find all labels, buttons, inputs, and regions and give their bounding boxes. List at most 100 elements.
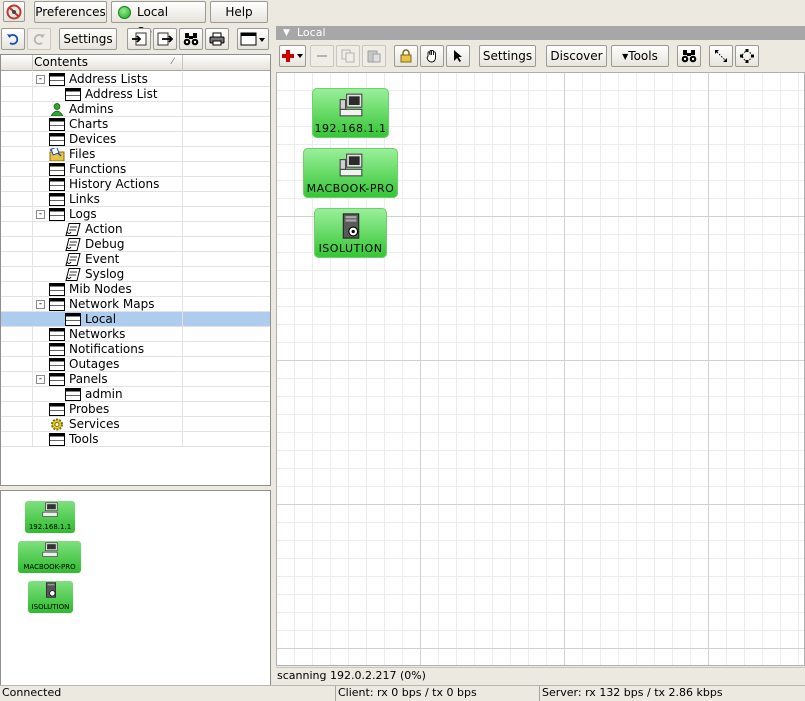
map-node-1-label: 192.168.1.1 [314, 122, 387, 135]
help-button[interactable]: Help [210, 1, 268, 23]
connection-status: Connected [2, 686, 62, 699]
tree-item-mib-nodes[interactable]: Mib Nodes [1, 282, 270, 297]
tree-item-event[interactable]: Event [1, 252, 270, 267]
column-divider [182, 267, 183, 281]
tree-item-admins[interactable]: Admins [1, 102, 270, 117]
table-icon [49, 163, 65, 176]
tree-item-history-actions[interactable]: History Actions [1, 177, 270, 192]
table-icon [65, 388, 81, 401]
tree-item-syslog[interactable]: Syslog [1, 267, 270, 282]
copy-icon [341, 49, 355, 63]
column-divider [182, 417, 183, 431]
network-minimap[interactable]: 192.168.1.1 MACBOOK-PRO ISOLUTION [0, 490, 271, 686]
minimap-node-2[interactable]: MACBOOK-PRO [18, 541, 81, 573]
admin-user-icon [49, 103, 65, 117]
zoom-fit-button[interactable] [709, 45, 733, 67]
collapse-triangle-icon[interactable]: ▼ [283, 26, 290, 40]
table-icon [49, 193, 65, 206]
printer-icon [209, 32, 225, 46]
minimap-node-1[interactable]: 192.168.1.1 [25, 501, 75, 533]
tree-item-address-lists[interactable]: - Address Lists [1, 72, 270, 87]
auto-layout-button[interactable] [735, 45, 759, 67]
tree-item-notifications[interactable]: Notifications [1, 342, 270, 357]
tree-item-debug[interactable]: Debug [1, 237, 270, 252]
hand-tool-button[interactable] [420, 45, 444, 67]
tree-item-label: Address Lists [69, 72, 148, 86]
tree-settings-button[interactable]: Settings [59, 28, 117, 50]
services-gear-icon [49, 418, 65, 431]
tree-item-address-list[interactable]: Address List [1, 87, 270, 102]
contents-tree[interactable]: Contents ⁄ - Address Lists Address List Adm… [0, 54, 271, 486]
map-settings-button[interactable]: Settings [479, 45, 536, 67]
tree-item-action[interactable]: Action [1, 222, 270, 237]
column-divider [182, 327, 183, 341]
export-button[interactable] [153, 28, 177, 50]
computer-icon [339, 153, 362, 177]
window-layout-dropdown[interactable] [237, 28, 269, 50]
column-divider [182, 402, 183, 416]
preferences-button[interactable]: Preferences [34, 1, 107, 23]
collapse-toggle-icon[interactable]: - [36, 375, 45, 384]
table-icon [49, 118, 65, 131]
cursor-arrow-icon [454, 50, 462, 62]
discover-button[interactable]: Discover [546, 45, 607, 67]
lock-button[interactable] [394, 45, 418, 67]
local-server-button[interactable]: Local Server [111, 1, 206, 39]
print-button[interactable] [205, 28, 229, 50]
minimap-node-3[interactable]: ISOLUTION [28, 581, 73, 613]
remove-button[interactable] [310, 45, 334, 67]
find-button[interactable] [179, 28, 203, 50]
undo-button[interactable] [1, 28, 25, 50]
column-divider [182, 222, 183, 236]
map-find-button[interactable] [677, 45, 701, 67]
tree-item-label: Networks [69, 327, 126, 341]
computer-icon [42, 502, 58, 517]
tree-item-outages[interactable]: Outages [1, 357, 270, 372]
tree-item-admin[interactable]: admin [1, 387, 270, 402]
redo-button[interactable] [27, 28, 51, 50]
column-divider [182, 372, 183, 386]
tree-item-charts[interactable]: Charts [1, 117, 270, 132]
paste-icon [367, 50, 381, 63]
table-icon [49, 343, 65, 356]
import-button[interactable] [127, 28, 151, 50]
add-dropdown-button[interactable] [279, 45, 306, 67]
tree-item-tools[interactable]: Tools [1, 432, 270, 447]
tree-item-local[interactable]: Local [1, 312, 270, 327]
tree-item-label: Links [69, 192, 100, 206]
map-title-bar[interactable]: ▼ Local [276, 26, 805, 40]
tree-item-files[interactable]: Files [1, 146, 270, 162]
tree-item-label: Services [69, 417, 120, 431]
tree-item-probes[interactable]: Probes [1, 402, 270, 417]
tree-item-network-maps[interactable]: - Network Maps [1, 297, 270, 312]
map-node-3[interactable]: ISOLUTION [314, 208, 387, 258]
tree-item-logs[interactable]: - Logs [1, 207, 270, 222]
column-divider [32, 312, 33, 326]
map-node-2[interactable]: MACBOOK-PRO [303, 148, 398, 198]
tree-item-label: Address List [85, 87, 158, 101]
network-map-canvas[interactable]: 192.168.1.1 MACBOOK-PRO ISOLUTION [276, 72, 805, 666]
tree-item-label: Syslog [85, 267, 125, 281]
column-divider [32, 162, 33, 176]
tools-dropdown-button[interactable]: ▼Tools [611, 45, 669, 67]
map-node-2-label: MACBOOK-PRO [306, 182, 395, 195]
tree-item-networks[interactable]: Networks [1, 327, 270, 342]
paste-button[interactable] [362, 45, 386, 67]
disconnect-button[interactable] [3, 1, 25, 22]
tree-item-services[interactable]: Services [1, 417, 270, 432]
tree-item-functions[interactable]: Functions [1, 162, 270, 177]
collapse-toggle-icon[interactable]: - [36, 300, 45, 309]
collapse-toggle-icon[interactable]: - [36, 75, 45, 84]
map-node-1[interactable]: 192.168.1.1 [312, 88, 389, 138]
contents-column-header[interactable]: Contents ⁄ [1, 55, 270, 71]
tree-item-devices[interactable]: Devices [1, 132, 270, 147]
import-icon [132, 32, 147, 46]
column-divider [182, 252, 183, 266]
tree-item-links[interactable]: Links [1, 192, 270, 207]
sort-indicator-icon: ⁄ [172, 57, 174, 67]
collapse-toggle-icon[interactable]: - [36, 210, 45, 219]
tree-item-panels[interactable]: - Panels [1, 372, 270, 387]
table-icon [49, 328, 65, 341]
copy-button[interactable] [336, 45, 360, 67]
select-tool-button[interactable] [446, 45, 470, 67]
